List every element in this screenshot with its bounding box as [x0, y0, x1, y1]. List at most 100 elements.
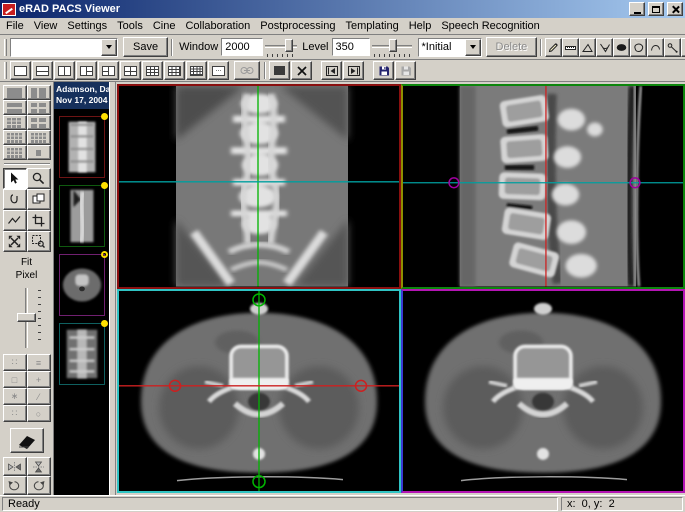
disabled-tool-button-2[interactable]: ≡ — [27, 354, 51, 371]
disabled-tool-button-3[interactable]: □ — [3, 371, 27, 388]
attachment-tool-button[interactable] — [3, 189, 27, 210]
close-button[interactable] — [667, 2, 683, 16]
single-image-mode-button[interactable] — [269, 61, 290, 80]
window-slider[interactable] — [263, 38, 299, 57]
select-tool-button[interactable] — [3, 168, 27, 189]
grid-2rows-icon — [7, 103, 22, 113]
save-state-disabled-button[interactable] — [395, 61, 416, 80]
layout-3x4-button[interactable] — [164, 61, 185, 80]
layout-custom-button[interactable]: ... — [208, 61, 229, 80]
grid-4x3-button[interactable] — [3, 130, 27, 145]
curve-tool-button[interactable] — [647, 38, 664, 57]
toolbar-grip[interactable] — [4, 62, 7, 79]
pencil-tool-button[interactable] — [545, 38, 562, 57]
menu-templating[interactable]: Templating — [341, 18, 404, 34]
disabled-tool-button-5[interactable]: ∗ — [3, 388, 27, 405]
rotate-left-button[interactable] — [3, 476, 27, 495]
menu-postprocessing[interactable]: Postprocessing — [255, 18, 340, 34]
flip-horizontal-button[interactable] — [3, 457, 27, 476]
layout-1plus2-button[interactable] — [76, 61, 97, 80]
delete-preset-button[interactable]: Delete — [486, 37, 538, 57]
series-status-ring — [101, 251, 108, 258]
menu-settings[interactable]: Settings — [62, 18, 112, 34]
grid-2cols-button[interactable] — [27, 85, 51, 100]
layout-2cols-button[interactable] — [54, 61, 75, 80]
menu-cine[interactable]: Cine — [148, 18, 181, 34]
layout-2plus1-button[interactable] — [98, 61, 119, 80]
disabled-tool-button-7[interactable]: ∷ — [3, 405, 27, 422]
series-thumbnail-coronal-2[interactable] — [59, 323, 105, 385]
pan-tool-button[interactable] — [3, 231, 27, 252]
series-combo[interactable] — [10, 38, 118, 57]
menu-speech-recognition[interactable]: Speech Recognition — [436, 18, 544, 34]
viewport-coronal[interactable] — [117, 84, 401, 289]
disabled-tool-button-1[interactable]: ∷ — [3, 354, 27, 371]
grid-1x1-button[interactable] — [3, 85, 27, 100]
series-thumbnail-sagittal[interactable] — [59, 185, 105, 247]
grid-2rows-button[interactable] — [3, 100, 27, 115]
ellipse-tool-button[interactable] — [613, 38, 630, 57]
next-image-button[interactable] — [343, 61, 364, 80]
save-button[interactable]: Save — [123, 37, 168, 57]
chevron-down-icon[interactable] — [101, 39, 117, 56]
menu-tools[interactable]: Tools — [112, 18, 148, 34]
grid-4x3-alt-button[interactable] — [27, 130, 51, 145]
maximize-restore-button[interactable] — [648, 2, 664, 16]
minimize-button[interactable] — [629, 2, 645, 16]
protractor-tool-button[interactable] — [579, 38, 596, 57]
menu-view[interactable]: View — [29, 18, 63, 34]
zoom-region-tool-button[interactable] — [27, 231, 51, 252]
pixel-label[interactable]: Pixel — [16, 270, 38, 283]
rotate-right-button[interactable] — [27, 476, 51, 495]
zoom-slider-thumb[interactable] — [17, 313, 36, 322]
window-level-tool-button[interactable] — [27, 189, 51, 210]
magnify-tool-button[interactable] — [27, 168, 51, 189]
grid-2x3-button[interactable] — [27, 115, 51, 130]
ruler-tool-button[interactable] — [562, 38, 579, 57]
freehand-roi-tool-button[interactable] — [630, 38, 647, 57]
menu-collaboration[interactable]: Collaboration — [180, 18, 255, 34]
grid-single-icon — [31, 147, 46, 159]
chevron-down-icon[interactable] — [465, 39, 481, 56]
layout-4x4-button[interactable] — [186, 61, 207, 80]
menu-file[interactable]: File — [1, 18, 29, 34]
grid-single-small-button[interactable] — [27, 145, 51, 160]
wl-preset-combo[interactable]: *Initial — [418, 38, 482, 57]
close-series-button[interactable] — [291, 61, 312, 80]
layout-3x3-button[interactable] — [142, 61, 163, 80]
disabled-tool-button-8[interactable]: ○ — [27, 405, 51, 422]
fit-label[interactable]: Fit — [16, 257, 38, 270]
probe-tool-button[interactable] — [664, 38, 681, 57]
layout-2x2-button[interactable] — [120, 61, 141, 80]
series-thumbnail-axial[interactable] — [59, 254, 105, 316]
window-value-input[interactable] — [221, 38, 263, 56]
crop-tool-button[interactable] — [27, 210, 51, 231]
series-thumbnail-coronal[interactable] — [59, 116, 105, 178]
text-tool-button[interactable]: T — [681, 38, 685, 57]
previous-image-button[interactable] — [321, 61, 342, 80]
viewport-sagittal[interactable] — [401, 84, 685, 289]
viewport-axial-reference[interactable] — [401, 289, 685, 494]
level-value-input[interactable] — [332, 38, 370, 56]
grid-4x4-button[interactable] — [3, 145, 27, 160]
level-slider[interactable] — [370, 38, 414, 57]
grid-2x2-button[interactable] — [27, 100, 51, 115]
link-series-button[interactable] — [234, 61, 260, 80]
angle-tool-button[interactable] — [596, 38, 613, 57]
flip-vertical-button[interactable] — [27, 457, 51, 476]
zoom-slider[interactable] — [10, 286, 44, 350]
level-slider-thumb[interactable] — [389, 39, 397, 52]
save-state-button[interactable] — [373, 61, 394, 80]
disabled-tool-button-6[interactable]: ⁄ — [27, 388, 51, 405]
polyline-tool-button[interactable] — [3, 210, 27, 231]
toolbar-grip[interactable] — [4, 39, 7, 56]
grid-3x3-button[interactable] — [3, 115, 27, 130]
viewport-axial-active[interactable] — [117, 289, 401, 494]
window-slider-thumb[interactable] — [285, 39, 293, 52]
panel-divider[interactable] — [109, 82, 116, 495]
disabled-tool-button-4[interactable]: + — [27, 371, 51, 388]
menu-help[interactable]: Help — [404, 18, 437, 34]
eraser-button[interactable] — [10, 428, 44, 453]
layout-2rows-button[interactable] — [32, 61, 53, 80]
layout-1x1-button[interactable] — [10, 61, 31, 80]
